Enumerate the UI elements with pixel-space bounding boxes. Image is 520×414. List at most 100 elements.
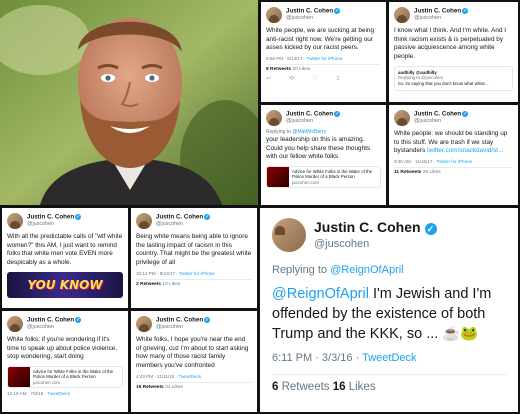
tweet-meta: 6:11 PM · 3/3/16 · TweetDeck xyxy=(272,352,417,364)
verified-icon: ✓ xyxy=(334,8,341,15)
tweet-meta: 8:30 AM · 11/16/17 · Twitter for iPhone xyxy=(394,158,473,164)
like-count[interactable]: 20 Likes xyxy=(292,67,310,72)
tweet-card-3[interactable]: Justin C. Cohen ✓ @juscohen Replying to @M… xyxy=(261,105,386,205)
link-card-title: Advice for White Folks in the Wake of th… xyxy=(33,368,114,380)
tweet-header: Justin C. Cohen ✓ @juscohen xyxy=(394,7,513,23)
tweet-actions: ↩ ⟲ ♡ ⇪ xyxy=(266,75,381,82)
retweet-count[interactable]: 11 Retweets xyxy=(394,170,421,175)
share-icon[interactable]: ⇪ xyxy=(335,75,340,82)
tweet-stats: 11 Retweets 20 Likes xyxy=(394,166,513,175)
tweet-stats: 6 Retweets 16 Likes xyxy=(272,374,506,393)
quoted-tweet[interactable]: audhilly @audhilly Replying to @juscohen… xyxy=(394,65,513,91)
like-count[interactable]: 16 xyxy=(333,381,346,393)
retweet-count[interactable]: 8 Retweets xyxy=(266,67,291,72)
verified-icon: ✓ xyxy=(462,111,469,118)
gif-banner-text: YOU KNOW xyxy=(27,277,103,292)
avatar[interactable] xyxy=(272,218,306,252)
author-name[interactable]: Justin C. Cohen xyxy=(27,214,74,221)
tweet-text: With all the predictable calls of "wtf w… xyxy=(7,233,123,266)
reply-to-link[interactable]: @MattMoBerry xyxy=(292,129,326,135)
author-handle[interactable]: @juscohen xyxy=(286,15,340,22)
tweet-text: White people, we are sucking at being an… xyxy=(266,27,374,52)
tweet-header: Justin C. Cohen ✓ @juscohen xyxy=(272,218,506,252)
tweet-header: Justin C. Cohen ✓ @juscohen xyxy=(7,316,123,332)
author-name[interactable]: Justin C. Cohen xyxy=(414,8,461,15)
author-handle[interactable]: @juscohen xyxy=(156,324,210,331)
link-card-title: Advice for White Folks in the Wake of th… xyxy=(292,168,373,180)
reply-icon[interactable]: ↩ xyxy=(266,75,271,82)
tweet-text: Being white means being able to ignore t… xyxy=(136,233,252,266)
tweet-header: Justin C. Cohen ✓ @juscohen xyxy=(266,110,381,126)
author-name[interactable]: Justin C. Cohen xyxy=(414,111,461,118)
link-card-domain: juscohen.com xyxy=(292,179,320,185)
quoted-text: no. Im saying that you don't know what w… xyxy=(398,81,489,86)
tweet-header: Justin C. Cohen ✓ @juscohen xyxy=(7,213,123,229)
tweet-card-6[interactable]: Justin C. Cohen ✓ @juscohen Being white me… xyxy=(131,208,257,308)
like-icon[interactable]: ♡ xyxy=(312,75,317,82)
like-count[interactable]: 31 Likes xyxy=(165,385,183,390)
avatar[interactable] xyxy=(266,7,282,23)
tweet-text: White folks: if you're wondering if it's… xyxy=(7,336,118,361)
verified-icon: ✓ xyxy=(204,214,211,221)
tweet-stats: 8 Retweets 20 Likes xyxy=(266,63,381,72)
tweet-card-4[interactable]: Justin C. Cohen ✓ @juscohen White people: … xyxy=(389,105,518,205)
author-name[interactable]: Justin C. Cohen xyxy=(286,8,333,15)
tweet-card-1[interactable]: Justin C. Cohen ✓ @juscohen White people, … xyxy=(261,2,386,102)
tweet-text: White folks, I hope you're near the end … xyxy=(136,336,249,369)
link-card[interactable]: Advice for White Folks in the Wake of th… xyxy=(7,365,123,388)
tweet-stats: 2 Retweets 10 Likes xyxy=(136,278,252,287)
like-count[interactable]: 20 Likes xyxy=(423,170,441,175)
author-handle[interactable]: @juscohen xyxy=(414,118,468,125)
retweet-count[interactable]: 2 Retweets xyxy=(136,282,161,287)
author-name[interactable]: Justin C. Cohen xyxy=(27,317,74,324)
link-card-domain: juscohen.com xyxy=(33,379,61,385)
verified-icon: ✓ xyxy=(204,317,211,324)
gif-banner[interactable]: YOU KNOW xyxy=(7,271,123,298)
tweet-card-5[interactable]: Justin C. Cohen ✓ @juscohen With all the p… xyxy=(2,208,128,308)
tweet-card-8[interactable]: Justin C. Cohen ✓ @juscohen White folks, I… xyxy=(131,311,257,412)
author-handle[interactable]: @juscohen xyxy=(414,15,468,22)
author-name[interactable]: Justin C. Cohen xyxy=(314,219,421,235)
tweet-meta: 12:16 AM · 7/8/16 · TweetDeck xyxy=(7,390,70,396)
link-card-image xyxy=(8,366,30,387)
author-handle[interactable]: @juscohen xyxy=(286,118,340,125)
tweet-text: I know what I think. And I'm white. And … xyxy=(394,27,507,60)
retweet-count[interactable]: 16 Retweets xyxy=(136,385,164,390)
reply-to-link[interactable]: @ReignOfApril xyxy=(330,264,404,276)
link-card[interactable]: Advice for White Folks in the Wake of th… xyxy=(266,165,381,188)
like-count[interactable]: 10 Likes xyxy=(162,282,180,287)
avatar[interactable] xyxy=(394,7,410,23)
profile-photo xyxy=(0,0,258,205)
avatar[interactable] xyxy=(136,213,152,229)
portrait-image xyxy=(0,0,258,205)
verified-icon: ✓ xyxy=(424,222,437,235)
author-name[interactable]: Justin C. Cohen xyxy=(156,317,203,324)
retweet-icon[interactable]: ⟲ xyxy=(289,75,294,82)
tweet-header: Justin C. Cohen ✓ @juscohen xyxy=(394,110,513,126)
tweet-meta: 9:56 PM · 6/14/17 · Twitter for iPhone xyxy=(266,55,343,61)
verified-icon: ✓ xyxy=(75,317,82,324)
tweet-text: @ReignOfApril I'm Jewish and I'm offende… xyxy=(272,286,492,342)
tweet-card-7[interactable]: Justin C. Cohen ✓ @juscohen White folks: i… xyxy=(2,311,128,412)
tweet-header: Justin C. Cohen ✓ @juscohen xyxy=(136,213,252,229)
author-handle[interactable]: @juscohen xyxy=(27,221,81,228)
author-name[interactable]: Justin C. Cohen xyxy=(286,111,333,118)
author-handle[interactable]: @juscohen xyxy=(27,324,81,331)
tweet-stats: 16 Retweets 31 Likes xyxy=(136,381,252,390)
reply-to: Replying to @MattMoBerry xyxy=(266,129,327,135)
avatar[interactable] xyxy=(136,316,152,332)
mention-link[interactable]: @ReignOfApril xyxy=(272,286,369,302)
avatar[interactable] xyxy=(266,110,282,126)
author-handle[interactable]: @juscohen xyxy=(314,238,437,250)
tweet-card-2[interactable]: Justin C. Cohen ✓ @juscohen I know what I … xyxy=(389,2,518,102)
author-name[interactable]: Justin C. Cohen xyxy=(156,214,203,221)
author-handle[interactable]: @juscohen xyxy=(156,221,210,228)
tweet-header: Justin C. Cohen ✓ @juscohen xyxy=(136,316,252,332)
avatar[interactable] xyxy=(7,213,23,229)
tweet-link[interactable]: twitter.com/snackdavid/st... xyxy=(427,147,503,154)
link-card-image xyxy=(267,166,289,187)
tweet-card-9[interactable]: Justin C. Cohen ✓ @juscohen Replying to @… xyxy=(260,208,518,412)
tweet-meta: 10:12 PM · 8/13/17 · Twitter for iPhone xyxy=(136,270,215,276)
avatar[interactable] xyxy=(7,316,23,332)
avatar[interactable] xyxy=(394,110,410,126)
